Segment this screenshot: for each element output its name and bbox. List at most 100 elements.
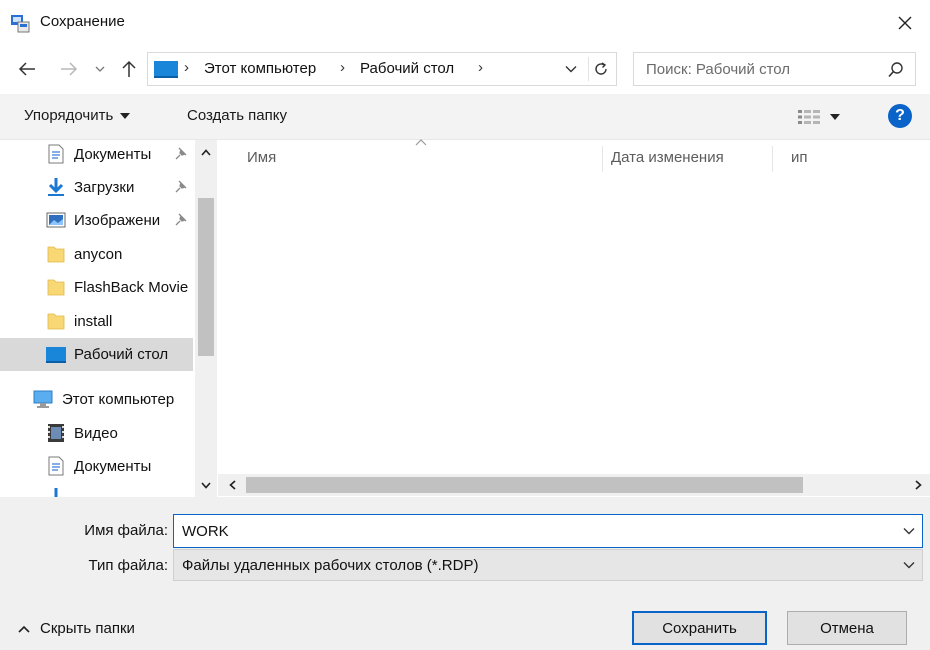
scroll-up-button[interactable] — [195, 140, 217, 164]
filename-input[interactable] — [174, 515, 894, 547]
nav-item-label: Изображени — [74, 212, 161, 229]
folder-icon — [47, 279, 65, 296]
details-view-icon — [798, 110, 820, 124]
filename-label: Имя файла: — [84, 522, 168, 539]
up-button[interactable] — [116, 54, 142, 84]
filename-dropdown-button[interactable] — [900, 522, 918, 540]
breadcrumb-separator: › — [340, 59, 345, 76]
documents-icon — [48, 144, 64, 164]
breadcrumb-separator: › — [478, 59, 483, 76]
chevron-down-icon — [95, 66, 105, 72]
search-input[interactable] — [634, 53, 874, 85]
nav-item-documents[interactable]: Документы — [0, 140, 193, 171]
close-icon — [898, 16, 912, 30]
nav-item-label: Этот компьютер — [62, 391, 175, 408]
window-title: Сохранение — [40, 13, 125, 30]
filetype-label: Тип файла: — [88, 557, 169, 574]
scroll-left-button[interactable] — [220, 474, 244, 496]
help-icon: ? — [895, 107, 905, 124]
navigation-pane-scrollbar[interactable] — [195, 140, 217, 497]
nav-item-label: install — [74, 313, 113, 330]
file-list-horizontal-scrollbar[interactable] — [218, 474, 930, 496]
column-header-type[interactable]: ип — [791, 149, 808, 166]
arrow-left-icon — [18, 62, 35, 76]
arrow-up-icon — [122, 60, 136, 77]
address-dropdown-button[interactable] — [560, 57, 582, 81]
nav-item-label: Документы — [74, 458, 152, 475]
nav-item-label: Документы — [74, 146, 152, 163]
back-button[interactable] — [12, 54, 42, 84]
save-dialog-icon — [11, 15, 30, 33]
nav-item-desktop[interactable]: Рабочий стол — [0, 338, 193, 371]
nav-item-documents-pc[interactable]: Документы — [0, 450, 193, 483]
column-header-date-modified[interactable]: Дата изменения — [611, 149, 724, 166]
change-view-button[interactable] — [798, 104, 850, 130]
refresh-icon — [594, 62, 607, 75]
scrollbar-thumb[interactable] — [198, 198, 214, 356]
new-folder-button[interactable]: Создать папку — [187, 107, 287, 124]
title-bar: Сохранение — [0, 0, 930, 46]
column-divider[interactable] — [772, 146, 773, 172]
cancel-button[interactable]: Отмена — [787, 611, 907, 645]
breadcrumb-desktop[interactable]: Рабочий стол — [360, 60, 454, 77]
computer-icon — [33, 390, 53, 408]
sort-ascending-icon — [415, 139, 427, 146]
scrollbar-thumb[interactable] — [246, 477, 803, 493]
scroll-right-button[interactable] — [906, 474, 930, 496]
folder-icon — [47, 246, 65, 263]
pictures-icon — [46, 212, 66, 228]
column-header-name[interactable]: Имя — [247, 149, 276, 166]
folder-icon — [47, 313, 65, 330]
documents-icon — [48, 456, 64, 476]
hide-folders-button[interactable]: Скрыть папки — [18, 620, 135, 637]
breadcrumb-separator: › — [184, 59, 189, 76]
search-box[interactable] — [633, 52, 916, 86]
nav-item-downloads[interactable]: Загрузки — [0, 171, 193, 204]
organize-button[interactable]: Упорядочить — [24, 107, 131, 124]
nav-item-label: Видео — [74, 425, 118, 442]
download-icon — [54, 488, 58, 497]
nav-item-flashback-movie[interactable]: FlashBack Movie — [0, 271, 193, 304]
caret-down-icon — [120, 112, 131, 119]
pin-icon — [175, 147, 187, 160]
filetype-select[interactable]: Файлы удаленных рабочих столов (*.RDP) — [173, 549, 923, 581]
chevron-down-icon — [903, 562, 915, 569]
navigation-pane: Документы Загрузки Изображени anycon Fla… — [0, 140, 218, 497]
filename-combobox[interactable] — [173, 514, 923, 548]
chevron-down-icon — [201, 481, 211, 489]
nav-item-pictures[interactable]: Изображени — [0, 204, 193, 237]
scroll-down-button[interactable] — [195, 473, 217, 497]
nav-item-this-pc[interactable]: Этот компьютер — [0, 383, 193, 416]
breadcrumb-this-pc[interactable]: Этот компьютер — [204, 60, 316, 77]
file-list[interactable]: Имя Дата изменения ип — [218, 139, 930, 497]
command-toolbar: Упорядочить Создать папку — [0, 94, 930, 140]
nav-item-label: Загрузки — [74, 179, 135, 196]
download-icon — [48, 178, 64, 196]
forward-button[interactable] — [55, 54, 83, 84]
nav-item-label: FlashBack Movie — [74, 279, 189, 296]
column-divider[interactable] — [602, 146, 603, 172]
desktop-icon — [46, 347, 66, 363]
nav-item-partial[interactable] — [0, 483, 193, 497]
address-bar[interactable]: › Этот компьютер › Рабочий стол › — [147, 52, 617, 86]
chevron-left-icon — [228, 480, 236, 490]
save-button[interactable]: Сохранить — [632, 611, 767, 645]
help-button[interactable]: ? — [888, 104, 912, 128]
filetype-value: Файлы удаленных рабочих столов (*.RDP) — [182, 557, 479, 574]
chevron-up-icon — [201, 148, 211, 156]
search-icon — [888, 62, 903, 78]
nav-item-video[interactable]: Видео — [0, 417, 193, 450]
filetype-dropdown-button[interactable] — [900, 556, 918, 574]
chevron-down-icon — [903, 528, 915, 535]
nav-item-anycon[interactable]: anycon — [0, 238, 193, 271]
chevron-right-icon — [914, 480, 922, 490]
close-button[interactable] — [888, 6, 922, 40]
recent-locations-button[interactable] — [92, 54, 108, 84]
nav-item-label: Рабочий стол — [74, 346, 169, 363]
hide-folders-label: Скрыть папки — [40, 620, 135, 637]
refresh-button[interactable] — [588, 57, 612, 81]
caret-down-icon — [830, 114, 840, 120]
organize-label: Упорядочить — [24, 107, 114, 124]
pin-icon — [175, 180, 187, 193]
nav-item-install[interactable]: install — [0, 305, 193, 338]
